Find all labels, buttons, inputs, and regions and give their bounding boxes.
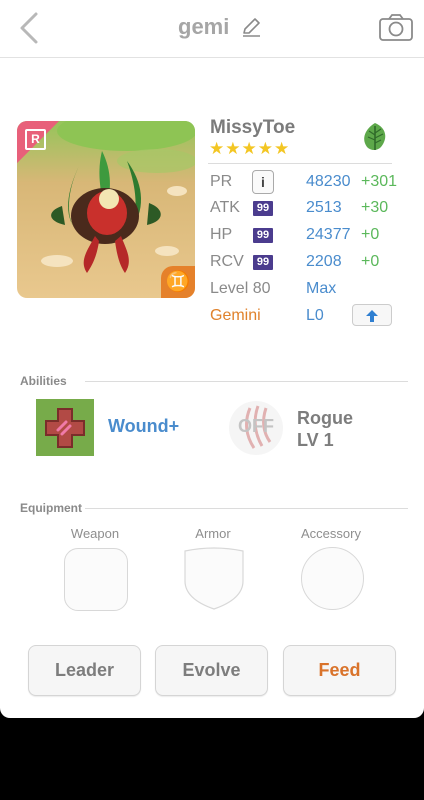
stat-value: 2513 (306, 199, 342, 216)
leader-button[interactable]: Leader (28, 645, 141, 696)
feed-button[interactable]: Feed (283, 645, 396, 696)
level-badge: 99 (253, 255, 273, 270)
hero-portrait[interactable]: Epic R ♊ (17, 121, 195, 298)
camera-icon[interactable] (378, 13, 414, 43)
armor-label: Armor (195, 526, 231, 541)
stat-label: PR (210, 173, 233, 190)
stat-label: RCV (210, 253, 244, 270)
stats-divider (208, 163, 392, 164)
stat-row-atk: ATK 99 2513 +30 (210, 199, 410, 219)
wound-ability-icon[interactable] (36, 399, 94, 456)
stat-bonus: +0 (361, 226, 380, 243)
stat-value: 48230 (306, 173, 351, 190)
stat-value: Max (306, 280, 337, 297)
stat-label: Level 80 (210, 280, 271, 297)
gemini-zodiac-icon: ♊ (161, 266, 195, 298)
armor-slot[interactable] (183, 547, 245, 611)
level-badge: 99 (253, 201, 273, 216)
ability-level: LV 1 (297, 430, 334, 450)
ability-name: Rogue (297, 408, 353, 428)
abilities-section-label: Abilities (20, 374, 67, 388)
arrow-up-icon (366, 310, 378, 323)
page-title: gemi (178, 14, 230, 39)
back-chevron-icon[interactable] (14, 10, 48, 46)
stat-label: ATK (210, 199, 240, 216)
ability-off-state: OFF (238, 416, 274, 436)
wound-cross-icon (36, 399, 94, 456)
accessory-label: Accessory (301, 526, 361, 541)
level-badge: 99 (253, 228, 273, 243)
leaf-icon (364, 123, 386, 150)
weapon-label: Weapon (70, 526, 120, 541)
equipment-divider (85, 508, 408, 509)
stat-value: 24377 (306, 226, 351, 243)
star-rating: ★★★★★ (209, 139, 291, 158)
equipment-section-label: Equipment (20, 501, 82, 515)
stat-row-rcv: RCV 99 2208 +0 (210, 253, 410, 273)
hero-name: MissyToe (210, 117, 296, 138)
accessory-slot[interactable] (301, 547, 364, 610)
ability-rogue[interactable]: Rogue LV 1 (297, 407, 353, 451)
stat-label: Gemini (210, 307, 261, 324)
weapon-slot[interactable] (64, 548, 128, 611)
stat-row-gemini: Gemini L0 (210, 304, 410, 327)
upgrade-arrow-button[interactable] (352, 304, 392, 326)
ability-name[interactable]: Wound+ (108, 416, 179, 437)
stat-bonus: +30 (361, 199, 389, 216)
stat-row-hp: HP 99 24377 +0 (210, 226, 410, 246)
stat-row-level: Level 80 Max (210, 280, 410, 300)
abilities-divider (85, 381, 408, 382)
info-icon[interactable]: i (252, 170, 274, 194)
stat-value: L0 (306, 307, 324, 324)
edit-pencil-icon[interactable] (240, 16, 262, 38)
stat-bonus: +301 (361, 173, 398, 190)
stat-row-pr: PR i 48230 +301 (210, 170, 410, 194)
rarity-badge: R (25, 129, 46, 150)
evolve-button[interactable]: Evolve (155, 645, 268, 696)
stat-label: HP (210, 226, 233, 243)
stat-value: 2208 (306, 253, 342, 270)
header-bar: gemi (0, 0, 424, 58)
hero-detail-screen: gemi R ♊ MissyToe ★★★★★ PR i 48230 +301 … (0, 0, 424, 718)
stat-bonus: +0 (361, 253, 380, 270)
